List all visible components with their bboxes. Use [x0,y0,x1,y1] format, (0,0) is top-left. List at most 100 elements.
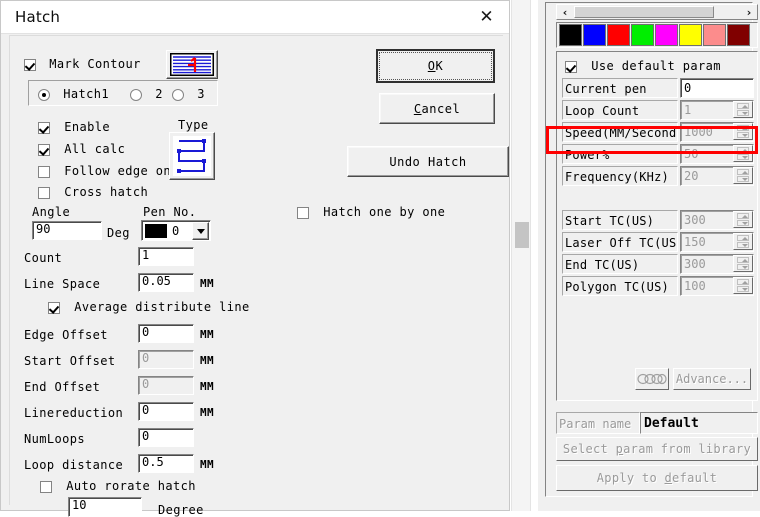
pen-swatch-2[interactable] [607,24,630,46]
select-param-from-library-button[interactable]: Select param from library [556,437,758,461]
apply-default-label: Apply to default [596,471,718,485]
edge-offset-input[interactable]: 0 [138,324,194,343]
vertical-scrollbar[interactable] [511,0,531,511]
follow-edge-check-box[interactable] [38,165,50,178]
hatch1-label: Hatch1 [63,87,109,101]
pen-swatch-0[interactable] [559,24,582,46]
undo-hatch-button[interactable]: Undo Hatch [347,146,509,177]
mark-contour-check-box[interactable] [24,58,36,71]
follow-edge-checkbox[interactable]: Follow edge on [38,164,171,178]
speed-spinner[interactable] [733,123,753,140]
pen-no-combobox[interactable]: 0 [141,220,211,241]
numloops-label: NumLoops [24,432,85,446]
edge-offset-unit: MM [200,328,215,341]
average-distribute-check-box[interactable] [48,301,60,314]
end-offset-input[interactable]: 0 [138,376,194,395]
power-label: Power% [562,144,678,164]
use-default-param-check-box[interactable] [565,60,577,73]
pen-swatch-1[interactable] [583,24,606,46]
start-tc-spinner[interactable] [733,211,753,228]
screen-root: Hatch ✕ Mark Contour Hatch1 2 3 Enable A… [0,0,760,517]
hatch-one-by-one-check-box[interactable] [297,206,309,219]
hatch2-radio-button[interactable] [130,88,142,101]
linereduction-input[interactable]: 0 [138,402,194,421]
polygon-tc-spinner[interactable] [733,277,753,294]
start-offset-label: Start Offset [24,354,116,368]
hscrollbar-thumb[interactable] [574,6,714,18]
enable-check-box[interactable] [38,121,50,134]
cancel-rest: ancel [421,101,461,116]
loop-count-spinner[interactable] [733,101,753,118]
panel-gap [531,0,538,511]
scroll-right-icon[interactable]: › [741,5,757,19]
numloops-input[interactable]: 0 [138,428,194,447]
polygon-tc-label: Polygon TC(US) [562,276,678,296]
count-input[interactable]: 1 [138,247,194,266]
pen-swatch-5[interactable] [679,24,702,46]
hatch1-radio[interactable]: Hatch1 [38,87,109,101]
angle-input[interactable]: 90 [32,221,102,240]
cross-hatch-checkbox[interactable]: Cross hatch [38,185,148,199]
hatch-one-by-one-checkbox[interactable]: Hatch one by one [297,205,445,219]
vertical-scrollbar-thumb[interactable] [515,222,529,248]
pen-panel-frame: ‹ › Use default param Current pen 0 Loop… [545,2,758,497]
hatch3-radio[interactable]: 3 [172,87,205,101]
select-param-label: Select param from library [562,442,752,456]
scroll-left-icon[interactable]: ‹ [557,5,573,19]
end-tc-label: End TC(US) [562,254,678,274]
use-default-param-label: Use default param [591,59,721,73]
pen-swatch-7[interactable] [727,24,750,46]
ok-button[interactable]: OK [376,49,495,83]
all-calc-checkbox[interactable]: All calc [38,142,125,156]
hatch3-label: 3 [197,87,205,101]
apply-to-default-button[interactable]: Apply to default [556,465,758,491]
average-distribute-checkbox[interactable]: Average distribute line [48,300,250,314]
start-offset-input[interactable]: 0 [138,350,194,369]
pen-list-hscrollbar[interactable]: ‹ › [556,4,758,20]
hatch-one-by-one-label: Hatch one by one [323,205,446,219]
linereduction-label: Linereduction [24,406,124,420]
all-calc-check-box[interactable] [38,143,50,156]
hatch1-radio-button[interactable] [38,88,50,101]
row-speed: Speed(MM/Second 1000 [562,122,754,142]
ok-rest: K [435,59,444,73]
advance-button[interactable]: Advance... [673,368,751,390]
speed-label: Speed(MM/Second [562,122,678,142]
chevron-down-icon[interactable] [192,222,209,240]
pen-swatch-3[interactable] [631,24,654,46]
close-icon[interactable]: ✕ [464,1,509,33]
current-pen-value[interactable]: 0 [680,78,754,98]
row-end-tc: End TC(US) 300 [562,254,754,274]
hatch-type-button[interactable] [169,132,215,180]
auto-rotate-degree-input[interactable]: 10 [68,497,142,517]
row-frequency: Frequency(KHz) 20 [562,166,754,186]
auto-rotate-checkbox[interactable]: Auto rorate hatch [40,479,196,493]
pen-swatch-6[interactable] [703,24,726,46]
zigzag-hatch-icon [173,136,211,176]
mark-contour-checkbox[interactable]: Mark Contour [24,57,141,71]
loop-distance-input[interactable]: 0.5 [138,454,194,473]
use-default-param-checkbox[interactable]: Use default param [565,59,721,73]
pen-swatch-4[interactable] [655,24,678,46]
row-loop-count: Loop Count 1 [562,100,754,120]
cancel-button[interactable]: Cancel [379,93,495,124]
hatch2-radio[interactable]: 2 [130,87,163,101]
enable-label: Enable [64,120,110,134]
type-label: Type [178,118,209,132]
enable-checkbox[interactable]: Enable [38,120,110,134]
auto-rotate-check-box[interactable] [40,480,52,493]
pen-color-list[interactable] [556,22,758,48]
chain-links-button[interactable] [635,368,669,390]
line-space-input[interactable]: 0.05 [138,273,194,292]
cross-hatch-check-box[interactable] [38,186,50,199]
frequency-spinner[interactable] [733,167,753,184]
loop-distance-label: Loop distance [24,458,124,472]
current-pen-label: Current pen [562,78,678,98]
param-name-value[interactable]: Default [640,412,758,434]
hatch3-radio-button[interactable] [172,88,184,101]
laser-off-tc-spinner[interactable] [733,233,753,250]
param-name-row: Param name Default [556,412,758,434]
end-tc-spinner[interactable] [733,255,753,272]
mark-contour-preview-button[interactable] [166,50,218,79]
power-spinner[interactable] [733,145,753,162]
